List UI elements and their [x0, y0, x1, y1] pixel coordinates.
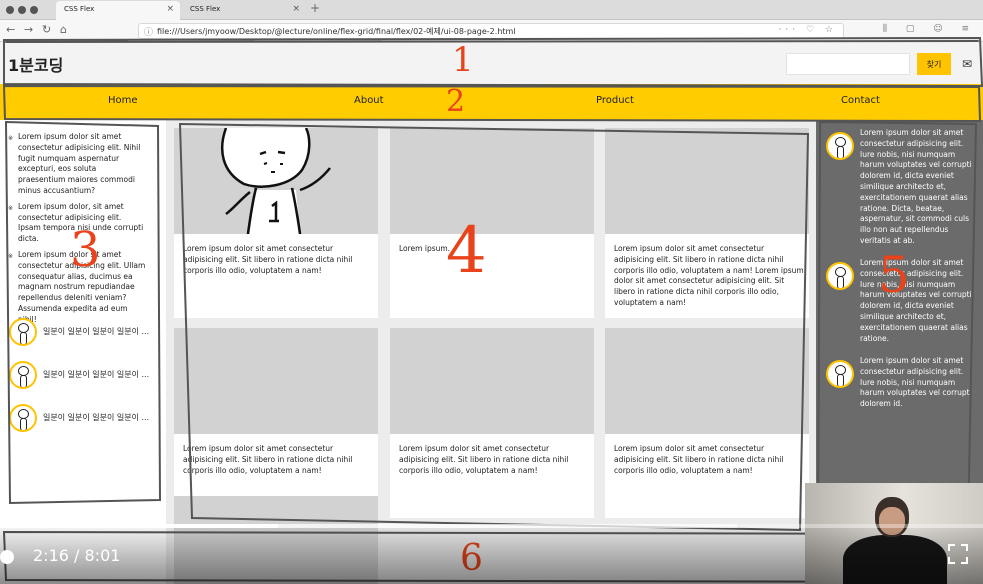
- avatar: [826, 262, 854, 290]
- scrub-handle[interactable]: [0, 550, 14, 564]
- page-header: 1분코딩 찾기 ✉: [0, 43, 983, 84]
- video-timecode: 2:16 / 8:01: [33, 546, 121, 565]
- bullet-icon: ※: [8, 135, 14, 142]
- site-logo[interactable]: 1분코딩: [8, 52, 63, 76]
- screen: CSS Flex × CSS Flex × + ← → ↻ ⌂ ⓘ file:/…: [0, 0, 983, 584]
- card[interactable]: Lorem ipsum dolor sit amet consectetur a…: [605, 328, 809, 518]
- card-image: [390, 328, 594, 434]
- info-icon[interactable]: ⓘ: [144, 25, 153, 38]
- card[interactable]: Lorem ipsum dolor sit amet consectetur a…: [174, 128, 378, 318]
- avatar: [9, 404, 37, 432]
- card-image: [390, 128, 594, 234]
- video-controls: 2:16 / 8:01: [0, 528, 983, 584]
- card[interactable]: Lorem ipsum dolor sit amet consectetur a…: [174, 328, 378, 518]
- profile-name: 일분이 일분이 일분이 일분이 ...: [43, 370, 150, 379]
- address-bar[interactable]: ⓘ file:///Users/jmyoow/Desktop/@lecture/…: [138, 23, 844, 39]
- nav-item-home[interactable]: Home: [108, 95, 138, 106]
- home-icon[interactable]: ⌂: [60, 23, 67, 36]
- close-window-icon[interactable]: [6, 6, 14, 14]
- nav-item-contact[interactable]: Contact: [841, 95, 880, 106]
- avatar: [826, 132, 854, 160]
- card-text: Lorem ipsum dolor sit amet consectetur a…: [183, 244, 353, 275]
- forward-icon[interactable]: →: [24, 23, 33, 36]
- profile-item[interactable]: 일분이 일분이 일분이 일분이 ...: [9, 404, 159, 432]
- nav-item-about[interactable]: About: [354, 95, 384, 106]
- page-actions-icon[interactable]: ··· ♡ ☆: [779, 25, 837, 35]
- close-tab-icon[interactable]: ×: [292, 4, 300, 14]
- card-text: Lorem ipsum dolor sit amet consectetur a…: [614, 444, 784, 475]
- list-item: ※ Lorem ipsum dolor, sit amet consectetu…: [6, 202, 146, 245]
- main-nav: Home About Product Contact: [0, 84, 983, 120]
- card-text: Lorem ipsum.: [399, 244, 451, 253]
- maximize-window-icon[interactable]: [30, 6, 38, 14]
- card-image: [174, 128, 378, 234]
- reload-icon[interactable]: ↻: [42, 23, 51, 36]
- card-text: Lorem ipsum dolor sit amet consectetur a…: [614, 244, 804, 307]
- comment-text: Lorem ipsum dolor sit amet consectetur a…: [860, 356, 972, 409]
- browser-tab[interactable]: CSS Flex ×: [56, 1, 180, 20]
- new-tab-icon[interactable]: +: [310, 1, 320, 15]
- comment-text: Lorem ipsum dolor sit amet consectetur a…: [860, 258, 972, 343]
- browser-tabbar: CSS Flex × CSS Flex × +: [0, 0, 983, 20]
- avatar: [826, 360, 854, 388]
- card-grid: Lorem ipsum dolor sit amet consectetur a…: [166, 120, 816, 584]
- left-sidebar: ※ Lorem ipsum dolor sit amet consectetur…: [0, 120, 166, 584]
- list-item: ※ Lorem ipsum dolor sit amet consectetur…: [6, 250, 146, 326]
- bullet-icon: ※: [8, 252, 14, 260]
- card[interactable]: Lorem ipsum dolor sit amet consectetur a…: [605, 128, 809, 318]
- profile-name: 일분이 일분이 일분이 일분이 ...: [43, 327, 150, 336]
- search-input[interactable]: [786, 53, 910, 75]
- card[interactable]: Lorem ipsum.: [390, 128, 594, 318]
- search-button[interactable]: 찾기: [917, 53, 951, 75]
- mail-icon[interactable]: ✉: [962, 57, 972, 71]
- list-item-text: Lorem ipsum dolor sit amet consectetur a…: [18, 132, 141, 195]
- comment-text: Lorem ipsum dolor sit amet consectetur a…: [860, 128, 972, 245]
- card-image: [174, 328, 378, 434]
- browser-tab[interactable]: CSS Flex ×: [182, 1, 306, 20]
- card[interactable]: Lorem ipsum dolor sit amet consectetur a…: [390, 328, 594, 518]
- minimize-window-icon[interactable]: [18, 6, 26, 14]
- card-text: Lorem ipsum dolor sit amet consectetur a…: [399, 444, 569, 475]
- tab-label: CSS Flex: [190, 5, 221, 13]
- list-item-text: Lorem ipsum dolor, sit amet consectetur …: [18, 201, 144, 244]
- cartoon-character-illustration: [220, 128, 331, 234]
- profile-name: 일분이 일분이 일분이 일분이 ...: [43, 413, 150, 422]
- profile-item[interactable]: 일분이 일분이 일분이 일분이 ...: [9, 361, 159, 389]
- card-image: [605, 128, 809, 234]
- url-text: file:///Users/jmyoow/Desktop/@lecture/on…: [157, 27, 516, 36]
- card-text: Lorem ipsum dolor sit amet consectetur a…: [183, 444, 353, 475]
- avatar: [9, 318, 37, 346]
- nav-item-product[interactable]: Product: [596, 95, 634, 106]
- left-list: ※ Lorem ipsum dolor sit amet consectetur…: [6, 132, 146, 331]
- card-image: [605, 328, 809, 434]
- list-item: ※ Lorem ipsum dolor sit amet consectetur…: [6, 132, 146, 197]
- profile-item[interactable]: 일분이 일분이 일분이 일분이 ...: [9, 318, 159, 346]
- back-icon[interactable]: ←: [6, 23, 15, 36]
- list-item-text: Lorem ipsum dolor sit amet consectetur a…: [18, 249, 146, 324]
- close-tab-icon[interactable]: ×: [166, 4, 174, 14]
- avatar: [9, 361, 37, 389]
- browser-toolbar: ← → ↻ ⌂ ⓘ file:///Users/jmyoow/Desktop/@…: [0, 20, 983, 42]
- browser-menu-icon[interactable]: ⫼ ▢ ☺ ≡: [883, 24, 977, 34]
- fullscreen-icon[interactable]: [948, 544, 968, 564]
- tab-label: CSS Flex: [64, 5, 95, 13]
- bullet-icon: ※: [8, 204, 14, 212]
